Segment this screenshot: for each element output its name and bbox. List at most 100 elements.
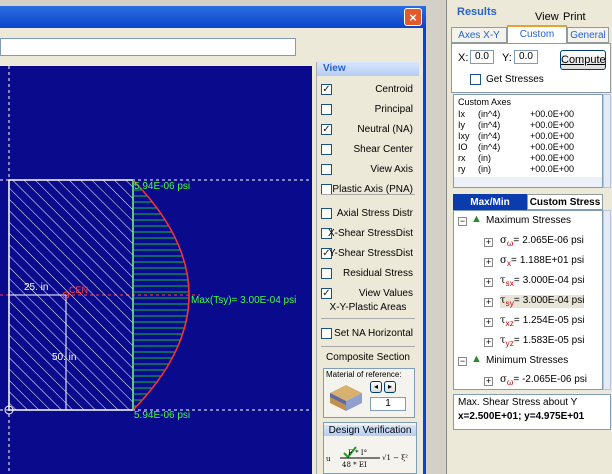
tab-custom-axes[interactable]: Custom axes [507, 25, 567, 56]
checkbox[interactable] [321, 208, 332, 219]
material-label: Material of reference: [326, 370, 402, 379]
section-canvas[interactable]: 5.94E-06 psi 5.94E-06 psi Max(Tsy)= 3.00… [0, 66, 312, 474]
view-option[interactable]: Principal [317, 100, 419, 120]
svg-text:√1 − ξ²: √1 − ξ² [382, 454, 408, 462]
get-stresses-label: Get Stresses [486, 74, 544, 85]
tab-max-min-stress[interactable]: Max/Min Stress [453, 194, 527, 224]
min-stress-row: σω= -2.065E-06 psi [500, 374, 587, 387]
view-option[interactable]: Plastic Axis (PNA) [317, 180, 419, 200]
prop-name: ry [458, 164, 466, 174]
expand-icon[interactable]: + [484, 318, 493, 327]
material-prev-button[interactable]: ◂ [370, 381, 382, 393]
compute-button[interactable]: Compute [560, 50, 606, 70]
prop-unit: (in) [478, 153, 491, 163]
view-option[interactable]: Shear Center [317, 140, 419, 160]
material-next-button[interactable]: ▸ [384, 381, 396, 393]
stress-subscript: xz [505, 318, 514, 328]
custom-axes-list[interactable]: Custom Axes Ix (in^4) +00.0E+00 Iy (in^4) +00… [453, 94, 603, 188]
stress-row[interactable]: τxz= 1.254E-05 psi [500, 315, 584, 328]
collapse-icon[interactable]: − [458, 357, 467, 366]
tab-axes-xy[interactable]: Axes X-Y [451, 27, 507, 43]
view-option[interactable]: View Axis [317, 160, 419, 180]
stress-value: 3.000E-04 psi [522, 295, 585, 306]
checkbox[interactable]: ✓ [321, 124, 332, 135]
expand-icon[interactable]: + [484, 238, 493, 247]
expand-icon[interactable]: + [484, 377, 493, 386]
prop-unit: (in) [478, 164, 491, 174]
footer-info: Max. Shear Stress about Y x=2.500E+01; y… [453, 394, 611, 430]
get-stresses-checkbox[interactable] [470, 74, 481, 85]
prop-name: Ix [458, 109, 466, 119]
stress-tree[interactable]: − ▲ Maximum Stresses + σω= 2.065E-06 psi + σ… [453, 210, 603, 390]
composite-section-label: Composite Section [326, 352, 410, 363]
footer-x: x=2.500E+01 [458, 411, 519, 422]
max-stress-label: Max(Tsy)= 3.00E-04 psi [191, 295, 297, 306]
view-menu[interactable]: View [535, 11, 559, 23]
stress-value: 1.583E-05 psi [522, 335, 585, 346]
custom-axes-title: Custom Axes [458, 97, 512, 107]
stress-row[interactable]: σω= 2.065E-06 psi [500, 235, 584, 248]
checkbox[interactable] [321, 268, 332, 279]
stress-row[interactable]: σx= 1.188E+01 psi [500, 255, 584, 268]
design-verification-box[interactable]: Design Verification u F * I° 48 * EI √1 … [323, 422, 417, 474]
view-option[interactable]: ✓ Y-Shear StressDist [317, 244, 419, 264]
prop-value: +00.0E+00 [530, 153, 575, 163]
view-option-label: Axial Stress Distr [336, 208, 413, 219]
tab-general[interactable]: General [567, 27, 609, 43]
stress-eq: = [513, 374, 520, 385]
view-option[interactable]: Axial Stress Distr [317, 204, 419, 224]
formula-icon: u F * I° 48 * EI √1 − ξ² [326, 446, 408, 469]
stress-row[interactable]: τsx= 3.000E-04 psi [500, 275, 584, 288]
view-panel-title: View [317, 62, 419, 76]
svg-text:48 * EI: 48 * EI [342, 461, 367, 469]
stress-symbol: σ [500, 374, 507, 385]
stress-value: 3.000E-04 psi [522, 275, 585, 286]
prop-unit: (in^4) [478, 131, 501, 141]
collapse-icon[interactable]: − [458, 217, 467, 226]
address-field[interactable] [0, 38, 296, 56]
expand-icon[interactable]: + [484, 298, 493, 307]
width-dimension-label: 25. in [24, 282, 49, 293]
prop-name: Ixy [458, 131, 470, 141]
results-title: Results [457, 6, 497, 18]
close-button[interactable]: × [404, 8, 422, 26]
checkbox[interactable]: ✓ [321, 84, 332, 95]
expand-icon[interactable]: + [484, 258, 493, 267]
y-input[interactable]: 0.0 [514, 50, 538, 64]
separator [321, 346, 415, 347]
view-option-label: X-Shear StressDist [327, 228, 413, 239]
checkbox[interactable] [321, 328, 332, 339]
prop-value: +00.0E+00 [530, 109, 575, 119]
checkbox[interactable] [321, 164, 332, 175]
footer-y: y=4.975E+01 [524, 411, 585, 422]
checkbox[interactable]: ✓ [321, 288, 332, 299]
y-label: Y: [502, 52, 512, 64]
vertical-scrollbar[interactable] [603, 94, 611, 188]
view-option[interactable]: ✓ Centroid [317, 80, 419, 100]
view-option[interactable]: X-Shear StressDist [317, 224, 419, 244]
view-option[interactable]: ✓ View Values [317, 284, 419, 304]
print-menu[interactable]: Print [563, 11, 586, 23]
stress-value: 1.188E+01 psi [519, 255, 585, 266]
view-option-label: Centroid [375, 84, 413, 95]
checkbox[interactable] [321, 104, 332, 115]
stress-row[interactable]: τyz= 1.583E-05 psi [500, 335, 584, 348]
stress-subscript: yz [505, 338, 514, 348]
expand-icon[interactable]: + [484, 278, 493, 287]
x-input[interactable]: 0.0 [470, 50, 494, 64]
stress-row[interactable]: τsy= 3.000E-04 psi [500, 295, 585, 308]
material-value[interactable]: 1 [370, 397, 406, 411]
xy-plastic-button[interactable]: X-Y-Plastic Areas [317, 302, 419, 313]
bottom-stress-label: 5.94E-06 psi [134, 410, 191, 421]
horizontal-scrollbar[interactable] [454, 177, 602, 187]
tree-scrollbar[interactable] [603, 210, 611, 390]
set-na-checkbox[interactable]: Set NA Horizontal [317, 324, 419, 344]
expand-icon[interactable]: + [484, 338, 493, 347]
view-option[interactable]: ✓ Neutral (NA) [317, 120, 419, 140]
max-stresses-label: Maximum Stresses [486, 215, 572, 226]
svg-text:F * I°: F * I° [348, 449, 367, 457]
tab-custom-stress[interactable]: Custom Stress [527, 194, 603, 210]
view-option[interactable]: Residual Stress [317, 264, 419, 284]
material-box: Material of reference: ◂ ▸ 1 [323, 368, 415, 418]
checkbox[interactable] [321, 144, 332, 155]
